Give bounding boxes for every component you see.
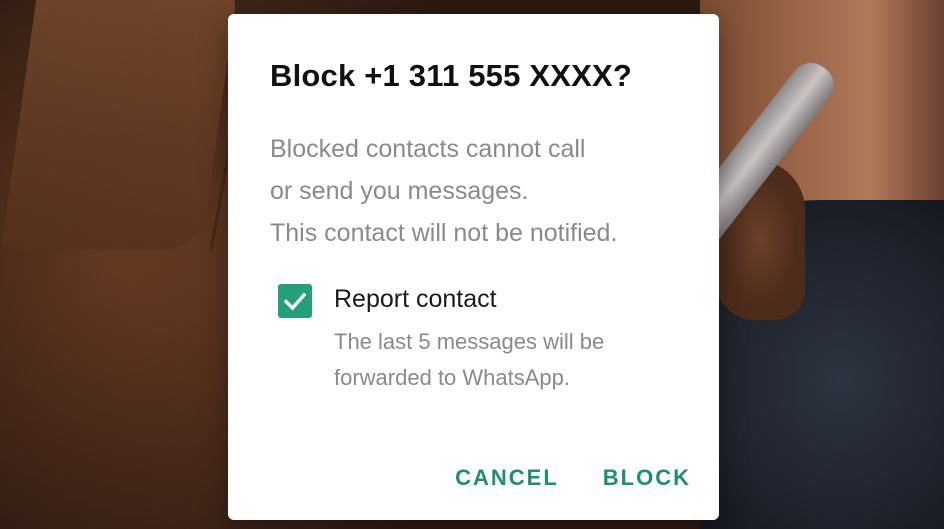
check-icon bbox=[283, 292, 307, 311]
block-button[interactable]: BLOCK bbox=[603, 465, 691, 491]
report-contact-description: The last 5 messages will be forwarded to… bbox=[334, 324, 694, 396]
report-description-line: forwarded to WhatsApp. bbox=[334, 365, 571, 390]
dialog-message-line: This contact will not be notified. bbox=[270, 219, 618, 247]
background-shadow bbox=[0, 0, 260, 529]
dialog-message-line: Blocked contacts cannot call bbox=[270, 135, 586, 163]
dialog-actions: CANCEL BLOCK bbox=[455, 458, 691, 498]
dialog-message-line: or send you messages. bbox=[270, 177, 529, 205]
report-contact-row[interactable]: Report contact bbox=[278, 284, 698, 324]
report-contact-label[interactable]: Report contact bbox=[334, 285, 497, 314]
dialog-title: Block +1 311 555 XXXX? bbox=[270, 58, 632, 93]
report-description-line: The last 5 messages will be bbox=[334, 329, 605, 354]
report-contact-checkbox[interactable] bbox=[278, 284, 312, 318]
dialog-message: Blocked contacts cannot call or send you… bbox=[270, 128, 700, 254]
cancel-button[interactable]: CANCEL bbox=[455, 465, 559, 491]
block-contact-dialog: Block +1 311 555 XXXX? Blocked contacts … bbox=[228, 14, 719, 520]
